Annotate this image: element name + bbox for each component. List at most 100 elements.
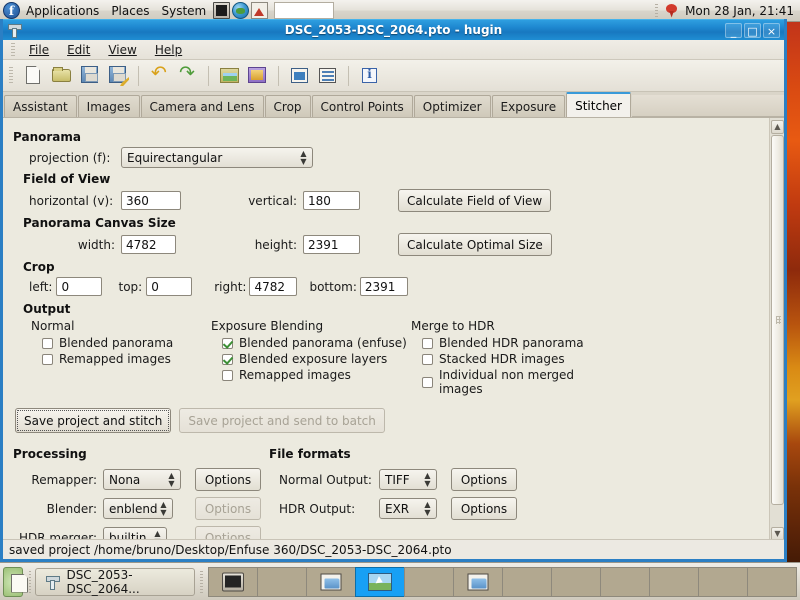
checkbox-box[interactable] (422, 353, 433, 365)
menubar-grip[interactable] (11, 42, 15, 57)
workspace-switcher[interactable] (208, 566, 798, 597)
close-button[interactable]: × (763, 22, 780, 38)
fast-preview-icon[interactable] (315, 63, 340, 88)
menu-file[interactable]: File (20, 41, 58, 59)
workspace-6[interactable] (453, 566, 504, 597)
calculate-field-of-view-button[interactable]: Calculate Field of View (398, 189, 552, 212)
checkbox-remapped-images-exposure[interactable]: Remapped images (222, 368, 411, 382)
save-project-icon[interactable] (77, 63, 102, 88)
minimize-button[interactable]: _ (725, 22, 742, 38)
remapper-select[interactable]: Nona ▲ ▼ (103, 469, 181, 490)
toolbar-separator (278, 65, 279, 86)
workspace-12[interactable] (747, 566, 798, 597)
preview-panorama-icon[interactable] (287, 63, 312, 88)
tab-exposure[interactable]: Exposure (491, 95, 566, 117)
save-project-as-icon[interactable] (105, 63, 130, 88)
remapper-value: Nona (109, 472, 141, 487)
tab-control-points[interactable]: Control Points (311, 95, 413, 117)
crop-left-input[interactable] (56, 277, 103, 296)
web-browser-icon[interactable] (232, 2, 250, 19)
calculate-optimal-size-button[interactable]: Calculate Optimal Size (398, 233, 552, 256)
fov-horizontal-input[interactable] (121, 191, 181, 210)
checkbox-individual-non-merged-images[interactable]: Individual non merged images (422, 368, 611, 396)
checkbox-box[interactable] (422, 376, 433, 388)
tab-optimizer[interactable]: Optimizer (413, 95, 491, 117)
workspace-3[interactable] (306, 566, 357, 597)
workspace-10[interactable] (649, 566, 700, 597)
tab-assistant[interactable]: Assistant (4, 95, 77, 117)
checkbox-box[interactable] (222, 369, 233, 381)
toolbar-grip[interactable] (9, 66, 13, 85)
output-column-normal: Normal Blended panorama Remapped images (31, 319, 211, 398)
chart-icon[interactable] (251, 2, 269, 19)
crop-right-input[interactable] (249, 277, 298, 296)
fov-vertical-input[interactable] (303, 191, 360, 210)
normal-output-select[interactable]: TIFF ▲ ▼ (379, 469, 437, 490)
checkbox-remapped-images-normal[interactable]: Remapped images (42, 352, 211, 366)
workspace-1[interactable] (208, 566, 259, 597)
panel-text-entry[interactable] (274, 2, 335, 19)
workspace-7[interactable] (502, 566, 553, 597)
tab-stitcher[interactable]: Stitcher (566, 92, 631, 117)
undo-icon[interactable] (147, 62, 172, 88)
scroll-up-icon[interactable]: ▲ (771, 120, 784, 134)
panel-clock[interactable]: Mon 28 Jan, 21:41 (685, 4, 794, 18)
checkbox-box[interactable] (222, 353, 233, 365)
window-titlebar[interactable]: DSC_2053-DSC_2064.pto - hugin _ □ × (3, 19, 784, 40)
scrollbar-thumb[interactable] (771, 135, 784, 505)
projection-select[interactable]: Equirectangular ▲ ▼ (121, 147, 313, 168)
new-project-icon[interactable] (21, 63, 46, 88)
tab-images[interactable]: Images (77, 95, 140, 117)
fedora-logo-icon[interactable]: f (3, 2, 20, 19)
save-project-and-stitch-button[interactable]: Save project and stitch (15, 408, 172, 433)
hdr-output-select[interactable]: EXR ▲ ▼ (379, 498, 437, 519)
workspace-2[interactable] (257, 566, 308, 597)
workspace-switcher-grip[interactable] (200, 570, 204, 593)
checkbox-blended-exposure-layers[interactable]: Blended exposure layers (222, 352, 411, 366)
checkbox-box[interactable] (222, 337, 233, 349)
normal-output-label: Normal Output: (279, 472, 372, 487)
crop-top-label: top: (118, 279, 143, 294)
normal-output-options-button[interactable]: Options (451, 468, 517, 491)
workspace-5[interactable] (404, 566, 455, 597)
canvas-height-input[interactable] (303, 235, 360, 254)
tab-crop[interactable]: Crop (264, 95, 311, 117)
blender-select[interactable]: enblend ▲ ▼ (103, 498, 173, 519)
open-project-icon[interactable] (49, 63, 74, 88)
terminal-icon[interactable] (213, 2, 231, 19)
redo-icon[interactable] (175, 62, 200, 88)
about-icon[interactable] (357, 63, 382, 88)
tab-camera-and-lens[interactable]: Camera and Lens (140, 95, 264, 117)
crop-top-input[interactable] (146, 277, 193, 296)
output-column-hdr: Merge to HDR Blended HDR panorama Stacke… (411, 319, 611, 398)
remapper-options-button[interactable]: Options (195, 468, 261, 491)
panel-tray: Mon 28 Jan, 21:41 (655, 3, 800, 19)
show-desktop-icon[interactable] (3, 566, 23, 597)
gem-icon[interactable] (664, 3, 679, 19)
hdr-output-options-button[interactable]: Options (451, 497, 517, 520)
checkbox-blended-hdr-panorama[interactable]: Blended HDR panorama (422, 336, 611, 350)
checkbox-box[interactable] (42, 337, 53, 349)
crop-bottom-input[interactable] (359, 277, 408, 296)
checkbox-box[interactable] (422, 337, 433, 349)
canvas-width-input[interactable] (121, 235, 176, 254)
menu-edit[interactable]: Edit (58, 41, 99, 59)
workspace-8[interactable] (551, 566, 602, 597)
checkbox-blended-panorama-enfuse[interactable]: Blended panorama (enfuse) (222, 336, 411, 350)
vertical-scrollbar[interactable]: ▲ ▼ (769, 118, 784, 543)
add-image-series-icon[interactable] (245, 63, 270, 88)
menu-help[interactable]: Help (146, 41, 191, 59)
projection-value: Equirectangular (127, 150, 223, 165)
menu-view[interactable]: View (99, 41, 145, 59)
remapper-row: Remapper: Nona ▲ ▼ Options Normal Output:… (13, 468, 769, 491)
task-button-hugin[interactable]: DSC_2053-DSC_2064... (35, 567, 196, 596)
workspace-4[interactable] (355, 566, 406, 597)
checkbox-stacked-hdr-images[interactable]: Stacked HDR images (422, 352, 611, 366)
workspace-9[interactable] (600, 566, 651, 597)
add-images-icon[interactable] (217, 63, 242, 88)
workspace-11[interactable] (698, 566, 749, 597)
checkbox-box[interactable] (42, 353, 53, 365)
maximize-button[interactable]: □ (744, 22, 761, 38)
tasklist-grip[interactable] (28, 570, 32, 593)
checkbox-blended-panorama[interactable]: Blended panorama (42, 336, 211, 350)
